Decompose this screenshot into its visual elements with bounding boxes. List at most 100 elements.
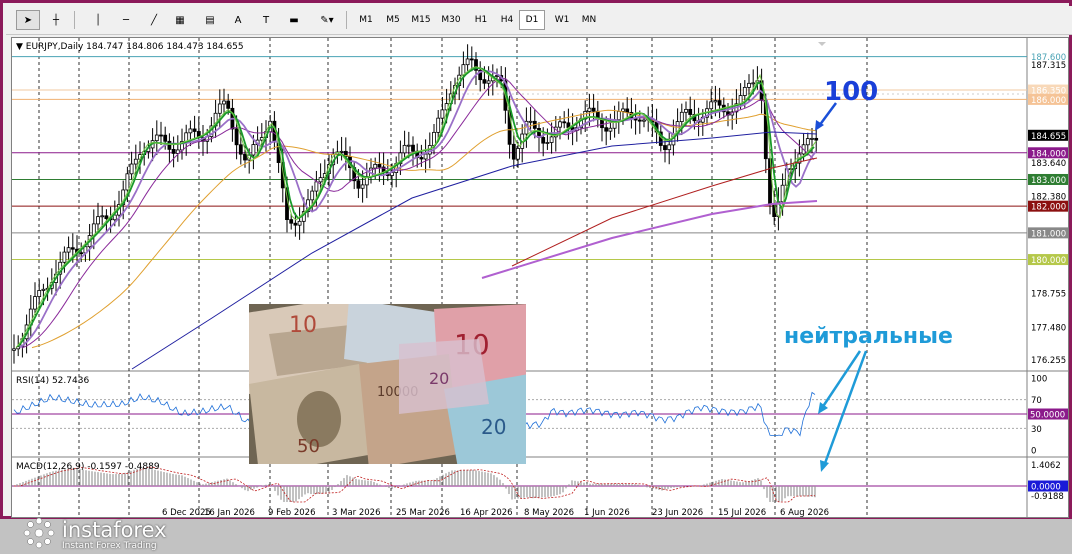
candle-body bbox=[70, 247, 75, 250]
chart-canvas[interactable]: ▼ EURJPY,Daily 184.747 184.806 184.473 1… bbox=[12, 38, 1068, 518]
price-axis-label: 176.255 bbox=[1031, 356, 1066, 366]
candle-body bbox=[37, 290, 42, 297]
rsi-axis-label: 100 bbox=[1031, 375, 1047, 385]
candle-body bbox=[159, 134, 163, 137]
candle-body bbox=[66, 247, 71, 253]
candle-body bbox=[167, 140, 172, 150]
shapes-dropdown-icon[interactable]: ✎▾ bbox=[312, 10, 342, 30]
date-axis-label: 23 Jun 2026 bbox=[652, 508, 703, 517]
candle-body bbox=[297, 220, 302, 226]
trendline-icon[interactable]: ╱ bbox=[142, 10, 166, 30]
rsi-axis-label: 30 bbox=[1031, 425, 1042, 435]
candle-body bbox=[713, 100, 718, 103]
rsi-header: RSI(14) 52.7436 bbox=[16, 376, 89, 386]
date-axis-label: 15 Jul 2026 bbox=[718, 508, 766, 517]
candle-body bbox=[432, 131, 436, 146]
candle-body bbox=[621, 108, 625, 112]
candle-body bbox=[104, 215, 109, 219]
candle-body bbox=[12, 348, 16, 351]
candle-body bbox=[558, 121, 562, 128]
macd-header: MACD(12,26,9) -0.1597 -0.4889 bbox=[16, 462, 160, 472]
candle-body bbox=[339, 150, 344, 153]
timeframe-m30[interactable]: M30 bbox=[438, 10, 464, 30]
crosshair-icon[interactable]: ┼ bbox=[44, 10, 68, 30]
candle-body bbox=[402, 144, 407, 154]
price-axis-label: 183.000 bbox=[1031, 176, 1066, 186]
cursor-arrow-icon[interactable]: ➤ bbox=[16, 10, 40, 30]
chart-background bbox=[12, 38, 1068, 517]
candle-body bbox=[616, 110, 621, 121]
chart-window[interactable]: ▼ EURJPY,Daily 184.747 184.806 184.473 1… bbox=[11, 37, 1069, 551]
candle-body bbox=[436, 117, 441, 133]
instaforex-logo-icon bbox=[23, 517, 55, 549]
price-axis-label: 180.000 bbox=[1031, 256, 1066, 266]
fibonacci-retracement-icon[interactable]: ▤ bbox=[198, 10, 222, 30]
timeframe-mn[interactable]: MN bbox=[576, 10, 602, 30]
rectangle-icon[interactable]: ▬ bbox=[282, 10, 306, 30]
candle-body bbox=[587, 107, 592, 112]
candle-body bbox=[243, 153, 247, 161]
candle-body bbox=[642, 119, 646, 122]
timeframe-m1[interactable]: M1 bbox=[353, 10, 379, 30]
candle-body bbox=[482, 79, 487, 84]
candle-body bbox=[293, 222, 298, 226]
date-axis-label: 1 Jun 2026 bbox=[584, 508, 630, 517]
candle-body bbox=[814, 137, 819, 141]
text-icon[interactable]: A bbox=[226, 10, 250, 30]
candle-body bbox=[742, 86, 747, 96]
candle-body bbox=[511, 143, 516, 160]
candle-body bbox=[314, 181, 319, 192]
candle-body bbox=[33, 296, 37, 310]
timeframe-w1[interactable]: W1 bbox=[549, 10, 575, 30]
candle-body bbox=[805, 138, 810, 146]
candle-body bbox=[318, 177, 323, 183]
timeframe-m15[interactable]: M15 bbox=[408, 10, 434, 30]
price-axis-label: 183.640 bbox=[1031, 159, 1066, 169]
candle-body bbox=[663, 145, 667, 151]
candle-body bbox=[226, 100, 231, 109]
candle-body bbox=[751, 82, 756, 85]
annotation-number: 100 bbox=[824, 77, 878, 107]
candle-body bbox=[129, 163, 134, 175]
terminal-window: ➤ ┼ │ ─ ╱ ▦ ▤ A T ▬ ✎▾ M1 M5 M15 M30 H1 H4 D1 W1 MN ▼ EURJP… bbox=[0, 0, 1072, 551]
candle-body bbox=[516, 148, 520, 160]
price-axis-label: 181.000 bbox=[1031, 229, 1066, 239]
price-axis-label: 186.000 bbox=[1031, 96, 1066, 106]
annotation-text: нейтральные bbox=[784, 324, 953, 349]
text-label-icon[interactable]: T bbox=[254, 10, 278, 30]
timeframe-m5[interactable]: M5 bbox=[380, 10, 406, 30]
candle-body bbox=[810, 137, 814, 140]
candle-body bbox=[709, 101, 714, 110]
candle-body bbox=[171, 148, 176, 154]
candle-body bbox=[679, 111, 684, 122]
timeframe-h4[interactable]: H4 bbox=[494, 10, 520, 30]
fibonacci-fan-icon[interactable]: ▦ bbox=[168, 10, 192, 30]
timeframe-h1[interactable]: H1 bbox=[468, 10, 494, 30]
candle-body bbox=[133, 158, 138, 165]
vertical-line-icon[interactable]: │ bbox=[86, 10, 110, 30]
candle-body bbox=[96, 216, 100, 225]
candle-body bbox=[289, 219, 294, 224]
watermark-tagline: Instant Forex Trading bbox=[62, 541, 157, 551]
timeframe-d1[interactable]: D1 bbox=[519, 10, 545, 30]
candle-body bbox=[717, 100, 722, 106]
watermark-brand: instaforex bbox=[62, 518, 167, 542]
candle-body bbox=[591, 107, 596, 112]
candle-body bbox=[411, 144, 415, 152]
candle-body bbox=[217, 103, 222, 114]
candle-body bbox=[163, 134, 168, 142]
svg-text:10: 10 bbox=[289, 313, 317, 338]
candle-body bbox=[188, 128, 193, 134]
horizontal-line-icon[interactable]: ─ bbox=[114, 10, 138, 30]
candle-body bbox=[377, 163, 382, 168]
price-axis-label: 177.480 bbox=[1031, 323, 1066, 333]
candle-body bbox=[545, 142, 550, 144]
candle-body bbox=[79, 252, 84, 255]
candle-body bbox=[373, 163, 378, 169]
candle-body bbox=[465, 58, 470, 66]
candle-body bbox=[549, 136, 554, 143]
candle-body bbox=[469, 58, 474, 61]
candle-body bbox=[608, 127, 613, 132]
candle-body bbox=[688, 108, 693, 115]
candle-body bbox=[440, 109, 445, 119]
